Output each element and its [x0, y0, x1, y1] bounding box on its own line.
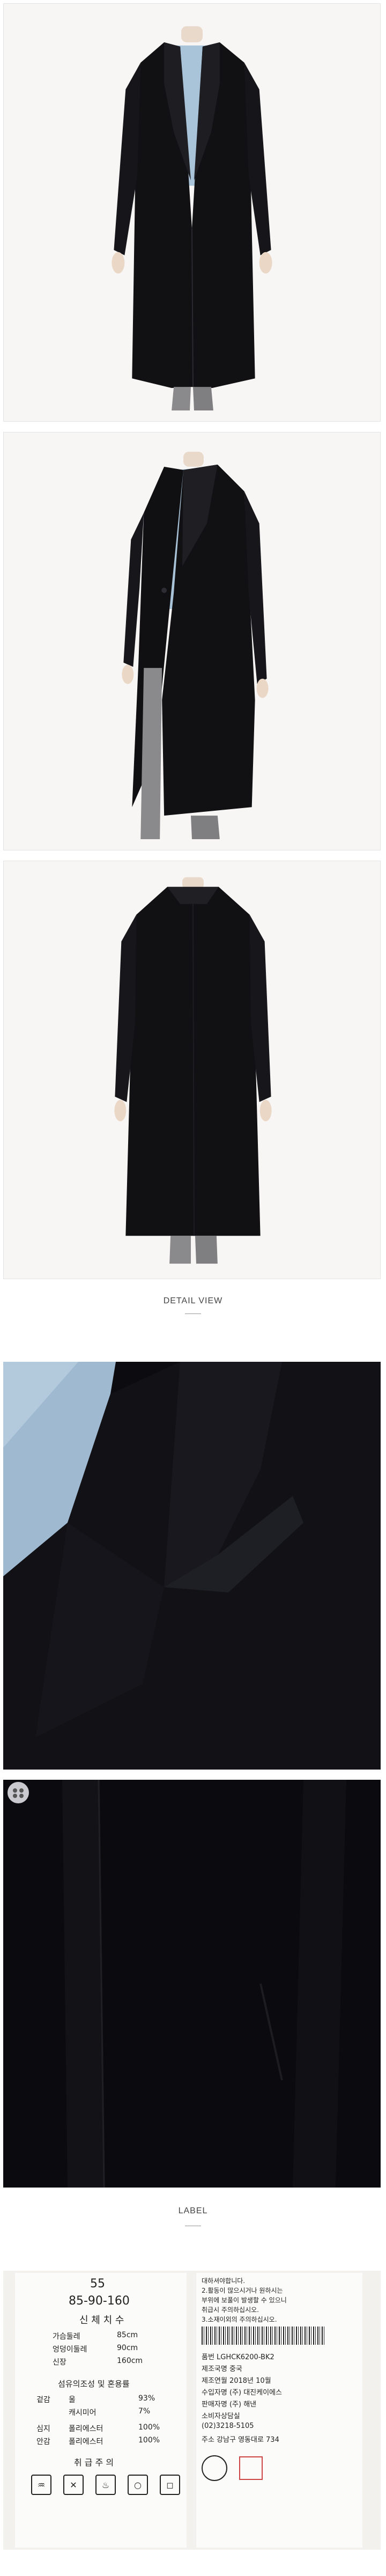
shell-label: 겉감	[36, 2396, 50, 2404]
lining-material: 폴리에스터	[69, 2438, 103, 2446]
detail-view-divider	[185, 1313, 201, 1314]
hip-label: 엉덩이둘레	[53, 2345, 87, 2354]
interlining-material: 폴리에스터	[69, 2425, 103, 2433]
label-heading: LABEL	[178, 2206, 208, 2215]
cashmere-material: 캐시미어	[69, 2409, 96, 2417]
size-measure: 85-90-160	[69, 2294, 130, 2308]
fiber-title: 섬유의조성 및 혼용률	[58, 2379, 130, 2389]
product-photo-side	[3, 432, 381, 850]
height-value: 160cm	[117, 2357, 143, 2365]
importer: 수입자명 (주) 대진케이에스	[202, 2389, 282, 2397]
no-bleach-icon: ✕	[63, 2475, 84, 2495]
product-photo-back	[3, 861, 381, 1279]
care-note-4: 취급시 주의하십시오.	[202, 2306, 259, 2314]
size-code: 55	[90, 2277, 105, 2291]
cashmere-percent: 7%	[138, 2407, 151, 2416]
seller: 판매자명 (주) 해낸	[202, 2401, 257, 2409]
care-note-5: 3.소재이외의 주의하십시오.	[202, 2316, 277, 2323]
interlining-label: 심지	[36, 2425, 50, 2433]
no-tumble-icon: ◻	[160, 2475, 180, 2495]
shell-material: 울	[69, 2396, 76, 2404]
manufacture-date: 제조연월 2018년 10월	[202, 2377, 271, 2385]
barcode	[202, 2327, 325, 2345]
detail-photo-closure	[3, 1780, 381, 2188]
care-label-size: 55 85-90-160 신 체 치 수 가슴둘레 85cm 엉덩이둘레 90c…	[15, 2273, 187, 2548]
product-code: 품번 LGHCK6200-BK2	[202, 2353, 274, 2361]
product-photo-front	[3, 3, 381, 422]
inspection-stamp-icon	[239, 2456, 263, 2480]
phone-number: (02)3218-5105	[202, 2422, 254, 2430]
detail-photo-collar	[3, 1362, 381, 1770]
label-photo: 55 85-90-160 신 체 치 수 가슴둘레 85cm 엉덩이둘레 90c…	[3, 2271, 381, 2550]
care-note-1: 대하셔야합니다.	[202, 2277, 246, 2285]
address: 주소 강남구 영동대로 734	[202, 2436, 279, 2444]
lining-percent: 100%	[138, 2436, 160, 2445]
shell-percent: 93%	[138, 2394, 155, 2403]
lining-label: 안감	[36, 2438, 50, 2446]
dry-clean-icon: ○	[128, 2475, 148, 2495]
hand-wash-icon: ♒	[31, 2475, 51, 2495]
care-title: 취 급 주 의	[74, 2457, 114, 2468]
hip-value: 90cm	[117, 2344, 138, 2352]
chest-label: 가슴둘레	[53, 2332, 80, 2341]
kc-mark-icon	[202, 2455, 227, 2481]
detail-view-heading: DETAIL VIEW	[163, 1296, 223, 1305]
iron-icon: ♨	[95, 2475, 116, 2495]
care-note-3: 부위에 보풀이 발생할 수 있으니	[202, 2296, 287, 2304]
care-note-2: 2.활동이 많으시거나 원하시는	[202, 2287, 283, 2294]
interlining-percent: 100%	[138, 2423, 160, 2432]
consumer-center: 소비자상담실	[202, 2412, 240, 2420]
body-size-title: 신 체 치 수	[79, 2315, 124, 2326]
care-label-info: 대하셔야합니다. 2.활동이 많으시거나 원하시는 부위에 보풀이 발생할 수 …	[196, 2273, 362, 2548]
height-label: 신장	[53, 2358, 66, 2367]
origin: 제조국명 중국	[202, 2365, 242, 2373]
chest-value: 85cm	[117, 2331, 138, 2339]
